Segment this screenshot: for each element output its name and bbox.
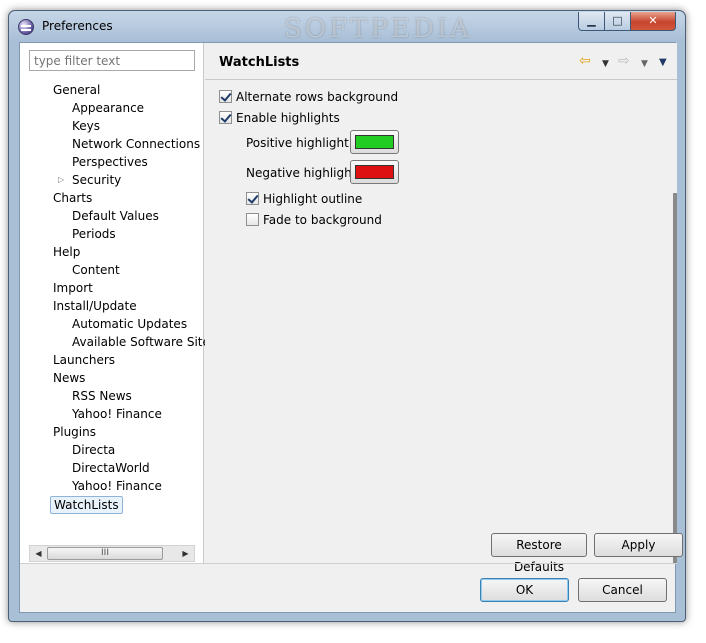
checkbox-icon[interactable] xyxy=(219,111,232,124)
scroll-right-icon[interactable]: ▶ xyxy=(178,546,193,561)
fade-to-background-label: Fade to background xyxy=(263,213,382,227)
tree-item[interactable]: Directa xyxy=(72,441,115,459)
expand-arrow-icon[interactable]: ▷ xyxy=(58,171,64,189)
page-title: WatchLists xyxy=(219,55,300,70)
checkbox-icon[interactable] xyxy=(219,90,232,103)
window-title: Preferences xyxy=(42,19,113,33)
tree-item[interactable]: Launchers xyxy=(53,351,115,369)
tree-item[interactable]: General xyxy=(53,81,100,99)
title-separator xyxy=(205,79,677,80)
tree-item[interactable]: Install/Update xyxy=(53,297,137,315)
tree-item[interactable]: Help xyxy=(53,243,80,261)
tree-item[interactable]: Network Connections xyxy=(72,135,200,153)
scroll-left-icon[interactable]: ◀ xyxy=(31,546,46,561)
minimize-button[interactable]: ▁ xyxy=(578,12,605,31)
enable-highlights-checkbox[interactable]: Enable highlights xyxy=(219,110,340,126)
tree-item[interactable]: Security xyxy=(72,171,121,189)
tree-item[interactable]: Default Values xyxy=(72,207,159,225)
tree-item[interactable]: Content xyxy=(72,261,120,279)
enable-highlights-label: Enable highlights xyxy=(236,111,340,125)
softpedia-watermark: SOFTPEDIA xyxy=(284,14,472,44)
tree-item[interactable]: DirectaWorld xyxy=(72,459,150,477)
dialog-body: GeneralAppearanceKeysNetwork Connections… xyxy=(19,42,683,613)
tree-item[interactable]: Import xyxy=(53,279,93,297)
title-bar[interactable]: Preferences SOFTPEDIA ▁ □ ✕ xyxy=(9,11,685,44)
scroll-thumb[interactable]: III xyxy=(47,547,163,560)
back-arrow-icon[interactable]: ⇦ xyxy=(579,53,591,69)
page-edge-shadow xyxy=(673,193,677,563)
preferences-window: Preferences SOFTPEDIA ▁ □ ✕ GeneralAppea… xyxy=(8,10,686,622)
preference-tree-pane: GeneralAppearanceKeysNetwork Connections… xyxy=(20,43,216,563)
forward-dropdown-icon[interactable]: ▼ xyxy=(641,56,648,72)
view-menu-icon[interactable]: ▼ xyxy=(659,55,667,71)
apply-button[interactable]: Apply xyxy=(594,533,683,557)
tree-item[interactable]: Automatic Updates xyxy=(72,315,187,333)
back-dropdown-icon[interactable]: ▼ xyxy=(602,56,609,72)
positive-highlight-label: Positive highlight xyxy=(246,136,349,150)
tree-item[interactable]: Available Software Sites xyxy=(72,333,216,351)
filter-input[interactable] xyxy=(29,50,195,71)
restore-defaults-button[interactable]: Restore Defaults xyxy=(491,533,587,574)
tree-item[interactable]: Appearance xyxy=(72,99,144,117)
tree-horizontal-scrollbar[interactable]: ◀ III ▶ xyxy=(29,545,195,562)
highlight-outline-checkbox[interactable]: Highlight outline xyxy=(246,191,362,207)
negative-color-button[interactable] xyxy=(350,160,399,184)
positive-color-swatch xyxy=(355,135,394,149)
tree-item[interactable]: News xyxy=(53,369,85,387)
alternate-rows-label: Alternate rows background xyxy=(236,90,399,104)
tree-item[interactable]: RSS News xyxy=(72,387,132,405)
negative-color-swatch xyxy=(355,165,394,179)
negative-highlight-label: Negative highlight xyxy=(246,166,357,180)
alternate-rows-checkbox[interactable]: Alternate rows background xyxy=(219,89,398,105)
tree-item[interactable]: Perspectives xyxy=(72,153,148,171)
tree-item[interactable]: Periods xyxy=(72,225,116,243)
positive-color-button[interactable] xyxy=(350,130,399,154)
footer-separator xyxy=(20,563,677,564)
tree-item[interactable]: Charts xyxy=(53,189,92,207)
tree-item[interactable]: Plugins xyxy=(53,423,96,441)
cancel-button[interactable]: Cancel xyxy=(578,578,667,602)
checkbox-icon[interactable] xyxy=(246,192,259,205)
close-button[interactable]: ✕ xyxy=(630,12,676,31)
tree-item[interactable]: Keys xyxy=(72,117,100,135)
ok-button[interactable]: OK xyxy=(480,578,569,602)
highlight-outline-label: Highlight outline xyxy=(263,192,363,206)
maximize-button[interactable]: □ xyxy=(604,12,631,31)
forward-arrow-icon[interactable]: ⇨ xyxy=(618,53,630,69)
checkbox-icon[interactable] xyxy=(246,213,259,226)
eclipse-app-icon xyxy=(18,19,34,35)
tree-item[interactable]: Yahoo! Finance xyxy=(72,405,162,423)
tree-item[interactable]: WatchLists xyxy=(50,496,123,514)
fade-to-background-checkbox[interactable]: Fade to background xyxy=(246,212,382,228)
tree-item[interactable]: Yahoo! Finance xyxy=(72,477,162,495)
preference-page: WatchLists ⇦ ▼ ⇨ ▼ ▼ Alternate rows back… xyxy=(205,43,683,574)
